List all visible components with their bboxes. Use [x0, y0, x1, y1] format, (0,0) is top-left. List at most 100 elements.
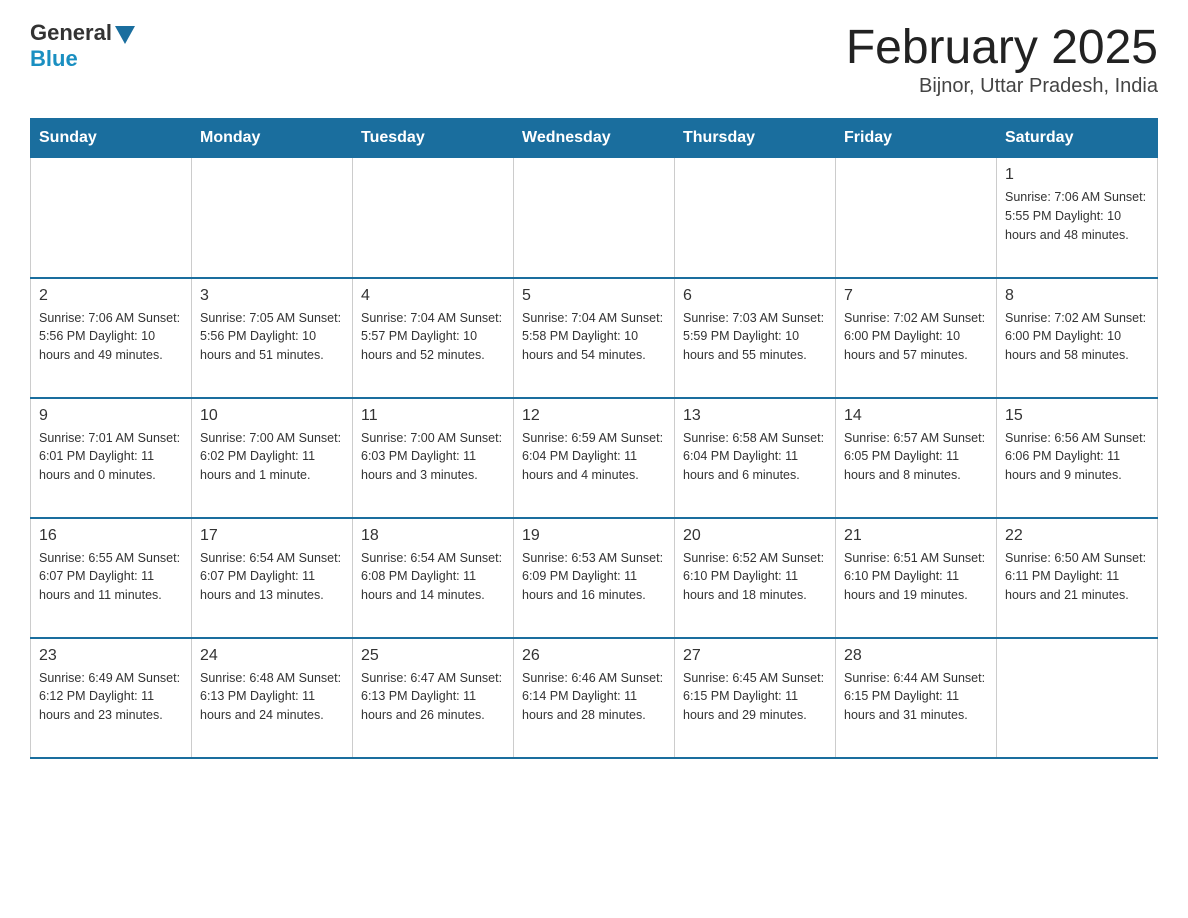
day-number: 8 — [1005, 287, 1149, 305]
day-number: 10 — [200, 407, 344, 425]
day-number: 1 — [1005, 166, 1149, 184]
day-cell: 8 Sunrise: 7:02 AM Sunset: 6:00 PM Daylig… — [997, 278, 1158, 398]
day-cell: 1 Sunrise: 7:06 AM Sunset: 5:55 PM Daylig… — [997, 158, 1158, 278]
page-header: General Blue February 2025 Bijnor, Uttar… — [30, 20, 1158, 98]
logo-general-text: General — [30, 20, 112, 46]
day-number: 21 — [844, 527, 988, 545]
day-info: Sunrise: 7:02 AM Sunset: 6:00 PM Dayligh… — [1005, 309, 1149, 365]
day-cell: 22Sunrise: 6:50 AM Sunset: 6:11 PM Dayli… — [997, 518, 1158, 638]
header-tuesday: Tuesday — [353, 119, 514, 158]
calendar-title: February 2025 — [846, 20, 1158, 75]
day-info: Sunrise: 7:06 AM Sunset: 5:55 PM Dayligh… — [1005, 188, 1149, 244]
day-number: 26 — [522, 647, 666, 665]
day-number: 24 — [200, 647, 344, 665]
day-info: Sunrise: 6:58 AM Sunset: 6:04 PM Dayligh… — [683, 429, 827, 485]
day-number: 28 — [844, 647, 988, 665]
day-cell: 18 Sunrise: 6:54 AM Sunset: 6:08 PM Dayli… — [353, 518, 514, 638]
day-info: Sunrise: 6:57 AM Sunset: 6:05 PM Dayligh… — [844, 429, 988, 485]
day-number: 6 — [683, 287, 827, 305]
logo-arrow-icon — [115, 26, 135, 44]
day-cell — [192, 158, 353, 278]
day-info: Sunrise: 7:01 AM Sunset: 6:01 PM Dayligh… — [39, 429, 183, 485]
day-cell: 17 Sunrise: 6:54 AM Sunset: 6:07 PM Dayli… — [192, 518, 353, 638]
header-wednesday: Wednesday — [514, 119, 675, 158]
week-row-1: 1 Sunrise: 7:06 AM Sunset: 5:55 PM Daylig… — [31, 158, 1158, 278]
day-number: 11 — [361, 407, 505, 425]
day-cell: 12 Sunrise: 6:59 AM Sunset: 6:04 PM Dayli… — [514, 398, 675, 518]
day-number: 15 — [1005, 407, 1149, 425]
day-cell: 6 Sunrise: 7:03 AM Sunset: 5:59 PM Daylig… — [675, 278, 836, 398]
day-cell — [31, 158, 192, 278]
day-headers-row: SundayMondayTuesdayWednesdayThursdayFrid… — [31, 119, 1158, 158]
day-cell: 25 Sunrise: 6:47 AM Sunset: 6:13 PM Dayli… — [353, 638, 514, 758]
day-info: Sunrise: 6:56 AM Sunset: 6:06 PM Dayligh… — [1005, 429, 1149, 485]
day-number: 16 — [39, 527, 183, 545]
day-number: 7 — [844, 287, 988, 305]
day-number: 2 — [39, 287, 183, 305]
day-cell — [997, 638, 1158, 758]
day-cell: 28 Sunrise: 6:44 AM Sunset: 6:15 PM Dayli… — [836, 638, 997, 758]
calendar-body: 1 Sunrise: 7:06 AM Sunset: 5:55 PM Daylig… — [31, 158, 1158, 758]
header-saturday: Saturday — [997, 119, 1158, 158]
week-row-2: 2 Sunrise: 7:06 AM Sunset: 5:56 PM Daylig… — [31, 278, 1158, 398]
day-number: 19 — [522, 527, 666, 545]
day-info: Sunrise: 6:44 AM Sunset: 6:15 PM Dayligh… — [844, 669, 988, 725]
day-number: 18 — [361, 527, 505, 545]
day-cell: 24 Sunrise: 6:48 AM Sunset: 6:13 PM Dayli… — [192, 638, 353, 758]
day-info: Sunrise: 7:04 AM Sunset: 5:58 PM Dayligh… — [522, 309, 666, 365]
day-number: 12 — [522, 407, 666, 425]
day-info: Sunrise: 6:45 AM Sunset: 6:15 PM Dayligh… — [683, 669, 827, 725]
day-number: 22 — [1005, 527, 1149, 545]
day-cell: 21 Sunrise: 6:51 AM Sunset: 6:10 PM Dayli… — [836, 518, 997, 638]
day-cell: 15 Sunrise: 6:56 AM Sunset: 6:06 PM Dayli… — [997, 398, 1158, 518]
calendar-header: SundayMondayTuesdayWednesdayThursdayFrid… — [31, 119, 1158, 158]
day-info: Sunrise: 7:05 AM Sunset: 5:56 PM Dayligh… — [200, 309, 344, 365]
day-cell: 14 Sunrise: 6:57 AM Sunset: 6:05 PM Dayli… — [836, 398, 997, 518]
week-row-5: 23Sunrise: 6:49 AM Sunset: 6:12 PM Dayli… — [31, 638, 1158, 758]
day-cell: 11Sunrise: 7:00 AM Sunset: 6:03 PM Dayli… — [353, 398, 514, 518]
day-number: 20 — [683, 527, 827, 545]
day-cell: 9 Sunrise: 7:01 AM Sunset: 6:01 PM Daylig… — [31, 398, 192, 518]
day-info: Sunrise: 6:46 AM Sunset: 6:14 PM Dayligh… — [522, 669, 666, 725]
day-number: 13 — [683, 407, 827, 425]
header-monday: Monday — [192, 119, 353, 158]
day-cell — [353, 158, 514, 278]
day-cell — [675, 158, 836, 278]
week-row-4: 16 Sunrise: 6:55 AM Sunset: 6:07 PM Dayli… — [31, 518, 1158, 638]
day-info: Sunrise: 7:02 AM Sunset: 6:00 PM Dayligh… — [844, 309, 988, 365]
day-cell: 26 Sunrise: 6:46 AM Sunset: 6:14 PM Dayli… — [514, 638, 675, 758]
day-number: 25 — [361, 647, 505, 665]
day-number: 3 — [200, 287, 344, 305]
day-number: 27 — [683, 647, 827, 665]
calendar-subtitle: Bijnor, Uttar Pradesh, India — [846, 75, 1158, 98]
day-number: 14 — [844, 407, 988, 425]
day-info: Sunrise: 6:54 AM Sunset: 6:08 PM Dayligh… — [361, 549, 505, 605]
header-friday: Friday — [836, 119, 997, 158]
day-cell: 13 Sunrise: 6:58 AM Sunset: 6:04 PM Dayli… — [675, 398, 836, 518]
day-number: 17 — [200, 527, 344, 545]
day-cell: 4Sunrise: 7:04 AM Sunset: 5:57 PM Daylig… — [353, 278, 514, 398]
day-info: Sunrise: 6:51 AM Sunset: 6:10 PM Dayligh… — [844, 549, 988, 605]
day-info: Sunrise: 6:47 AM Sunset: 6:13 PM Dayligh… — [361, 669, 505, 725]
day-info: Sunrise: 7:06 AM Sunset: 5:56 PM Dayligh… — [39, 309, 183, 365]
header-thursday: Thursday — [675, 119, 836, 158]
day-number: 23 — [39, 647, 183, 665]
day-cell — [514, 158, 675, 278]
day-cell: 10Sunrise: 7:00 AM Sunset: 6:02 PM Dayli… — [192, 398, 353, 518]
day-cell: 2 Sunrise: 7:06 AM Sunset: 5:56 PM Daylig… — [31, 278, 192, 398]
day-info: Sunrise: 6:53 AM Sunset: 6:09 PM Dayligh… — [522, 549, 666, 605]
day-cell: 23Sunrise: 6:49 AM Sunset: 6:12 PM Dayli… — [31, 638, 192, 758]
logo: General Blue — [30, 20, 135, 72]
day-cell: 7 Sunrise: 7:02 AM Sunset: 6:00 PM Daylig… — [836, 278, 997, 398]
day-cell — [836, 158, 997, 278]
day-info: Sunrise: 7:03 AM Sunset: 5:59 PM Dayligh… — [683, 309, 827, 365]
day-number: 9 — [39, 407, 183, 425]
day-info: Sunrise: 6:59 AM Sunset: 6:04 PM Dayligh… — [522, 429, 666, 485]
day-number: 5 — [522, 287, 666, 305]
day-info: Sunrise: 6:48 AM Sunset: 6:13 PM Dayligh… — [200, 669, 344, 725]
day-cell: 19 Sunrise: 6:53 AM Sunset: 6:09 PM Dayli… — [514, 518, 675, 638]
day-info: Sunrise: 7:04 AM Sunset: 5:57 PM Dayligh… — [361, 309, 505, 365]
day-cell: 27 Sunrise: 6:45 AM Sunset: 6:15 PM Dayli… — [675, 638, 836, 758]
day-info: Sunrise: 6:54 AM Sunset: 6:07 PM Dayligh… — [200, 549, 344, 605]
day-info: Sunrise: 6:55 AM Sunset: 6:07 PM Dayligh… — [39, 549, 183, 605]
